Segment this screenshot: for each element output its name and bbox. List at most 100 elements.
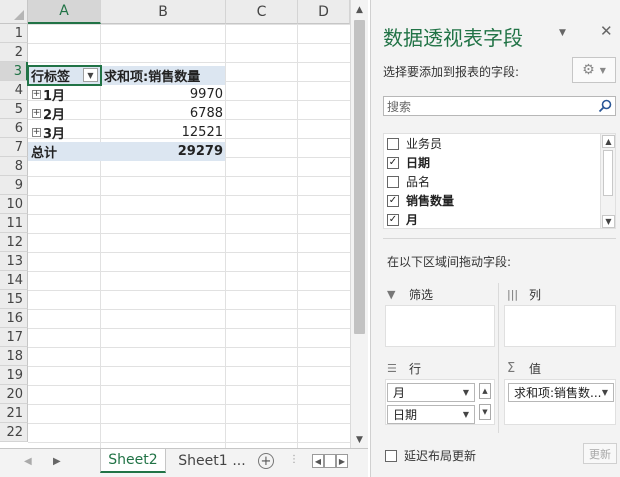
row-header-14[interactable]: 14 (0, 271, 28, 290)
grid-column-line (225, 24, 226, 448)
row-header-11[interactable]: 11 (0, 214, 28, 233)
grid-column-line (297, 24, 298, 448)
expand-icon[interactable]: + (32, 109, 41, 118)
rows-area-label: 行 (409, 362, 422, 376)
columns-area-header: ||| 列 (507, 286, 541, 303)
hscroll-thumb[interactable] (324, 454, 336, 468)
pivot-value-header[interactable]: 求和项:销售数量 (104, 66, 200, 85)
pivot-row-label: 3月 (43, 127, 66, 142)
column-header-c[interactable]: C (226, 0, 298, 24)
search-icon[interactable] (598, 99, 612, 113)
columns-drop-area[interactable] (504, 305, 616, 347)
hscroll-left-icon[interactable]: ◀ (312, 454, 324, 468)
expand-icon[interactable]: + (32, 128, 41, 137)
field-checkbox[interactable] (387, 175, 399, 188)
pivot-field-pane: 数据透视表字段 ▼ ✕ 选择要添加到报表的字段: ⚙ ▼ 搜索 业务员 ✓ 日期 品… (370, 0, 620, 477)
row-header-21[interactable]: 21 (0, 404, 28, 423)
row-header-18[interactable]: 18 (0, 347, 28, 366)
row-header-15[interactable]: 15 (0, 290, 28, 309)
row-header-2[interactable]: 2 (0, 43, 28, 62)
row-header-13[interactable]: 13 (0, 252, 28, 271)
field-item-month[interactable]: ✓ 月 (387, 210, 418, 228)
field-checkbox-checked[interactable]: ✓ (387, 156, 399, 169)
field-label: 销售数量 (406, 194, 455, 208)
scroll-up-icon[interactable]: ▲ (602, 135, 615, 148)
row-field-date[interactable]: 日期 ▼ (387, 405, 475, 424)
row-header-7[interactable]: 7 (0, 138, 28, 157)
sheet-tab-sheet1[interactable]: Sheet1 (174, 449, 232, 473)
sigma-icon: Σ (507, 361, 516, 376)
splitter-dots-icon[interactable]: ⋮ (289, 454, 299, 465)
pivot-row-value[interactable]: 6788 (101, 104, 223, 123)
vertical-scrollbar[interactable]: ▲ ▼ (350, 0, 368, 448)
row-header-16[interactable]: 16 (0, 309, 28, 328)
sheet-next-icon[interactable]: ▶ (53, 456, 61, 467)
hscroll-right-icon[interactable]: ▶ (336, 454, 348, 468)
column-header-d[interactable]: D (298, 0, 350, 24)
row-header-19[interactable]: 19 (0, 366, 28, 385)
filters-drop-area[interactable] (385, 305, 495, 347)
column-header-a[interactable]: A (28, 0, 101, 24)
rows-scroll-up-icon[interactable]: ▲ (479, 383, 491, 399)
field-list-scrollbar[interactable]: ▲ ▼ (600, 134, 615, 228)
expand-icon[interactable]: + (32, 90, 41, 99)
pivot-row-value[interactable]: 9970 (101, 85, 223, 104)
scroll-down-icon[interactable]: ▼ (602, 215, 615, 228)
row-header-10[interactable]: 10 (0, 195, 28, 214)
drag-fields-label: 在以下区域间拖动字段: (387, 255, 512, 269)
pivot-total-label[interactable]: 总计 (31, 142, 57, 161)
add-sheet-icon[interactable]: + (258, 453, 274, 469)
field-item-product[interactable]: 品名 (387, 172, 430, 191)
scrollbar-thumb[interactable] (354, 20, 365, 334)
field-search-input[interactable]: 搜索 (383, 96, 616, 116)
close-icon[interactable]: ✕ (600, 22, 613, 40)
row-header-9[interactable]: 9 (0, 176, 28, 195)
columns-area-label: 列 (529, 288, 542, 302)
defer-layout-update[interactable]: 延迟布局更新 (385, 447, 476, 464)
row-header-6[interactable]: 6 (0, 119, 28, 138)
row-field-month[interactable]: 月 ▼ (387, 383, 475, 402)
field-checkbox-checked[interactable]: ✓ (387, 213, 399, 226)
pivot-row-item[interactable]: +1月 (32, 85, 65, 104)
row-header-20[interactable]: 20 (0, 385, 28, 404)
update-button[interactable]: 更新 (583, 443, 617, 464)
field-checkbox-checked[interactable]: ✓ (387, 194, 399, 207)
chevron-down-icon[interactable]: ▼ (602, 388, 608, 397)
rows-scroll-down-icon[interactable]: ▼ (479, 404, 491, 420)
defer-checkbox[interactable] (385, 449, 397, 462)
field-item-salesperson[interactable]: 业务员 (387, 134, 442, 153)
value-field-sum-sales[interactable]: 求和项:销售数... ▼ (508, 383, 614, 402)
pivot-row-item[interactable]: +2月 (32, 104, 65, 123)
field-checkbox[interactable] (387, 137, 399, 150)
filters-area-header: ▼ 筛选 (387, 286, 433, 303)
tools-button[interactable]: ⚙ ▼ (572, 57, 616, 83)
sheet-tab-sheet2[interactable]: Sheet2 (100, 449, 166, 473)
scrollbar-thumb[interactable] (603, 150, 613, 196)
chevron-down-icon[interactable]: ▼ (463, 410, 469, 419)
pivot-total-value[interactable]: 29279 (101, 142, 223, 161)
chevron-down-icon[interactable]: ▼ (463, 388, 469, 397)
row-header-22[interactable]: 22 (0, 423, 28, 442)
pivot-row-item[interactable]: +3月 (32, 123, 65, 142)
row-header-3[interactable]: 3 (0, 62, 28, 81)
scroll-down-icon[interactable]: ▼ (353, 433, 366, 446)
values-area-label: 值 (529, 362, 542, 376)
pivot-row-label: 1月 (43, 89, 66, 104)
value-field-label: 求和项:销售数... (514, 386, 602, 400)
row-header-5[interactable]: 5 (0, 100, 28, 119)
pane-options-icon[interactable]: ▼ (559, 28, 566, 38)
filter-icon: ▼ (387, 288, 396, 301)
scroll-up-icon[interactable]: ▲ (353, 3, 366, 16)
row-header-8[interactable]: 8 (0, 157, 28, 176)
select-all-corner[interactable] (0, 0, 28, 24)
pivot-row-value[interactable]: 12521 (101, 123, 223, 142)
row-header-1[interactable]: 1 (0, 24, 28, 43)
row-header-4[interactable]: 4 (0, 81, 28, 100)
row-header-17[interactable]: 17 (0, 328, 28, 347)
more-sheets-button[interactable]: ... (231, 449, 247, 473)
sheet-prev-icon[interactable]: ◀ (24, 456, 32, 467)
column-header-b[interactable]: B (101, 0, 226, 24)
field-item-sales-quantity[interactable]: ✓ 销售数量 (387, 191, 454, 210)
field-item-date[interactable]: ✓ 日期 (387, 153, 430, 172)
row-header-12[interactable]: 12 (0, 233, 28, 252)
